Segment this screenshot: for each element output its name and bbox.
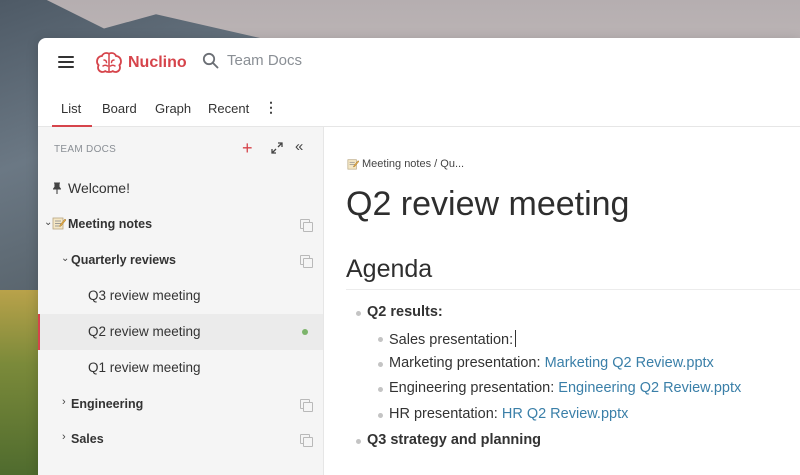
sidebar-item-label: Welcome! [68, 180, 130, 196]
list-item[interactable]: Q2 results: [356, 304, 443, 320]
tab-list[interactable]: List [61, 101, 81, 116]
list-item-text: HR presentation: [389, 406, 498, 422]
search-icon [202, 52, 219, 69]
hamburger-menu-icon[interactable] [58, 56, 74, 70]
breadcrumb-text: Meeting notes / Qu... [362, 158, 465, 170]
sidebar-item-meeting-notes[interactable]: ⌄ Meeting notes [38, 206, 323, 242]
sidebar-item-engineering[interactable]: › Engineering [38, 386, 323, 422]
sidebar-workspace-title: TEAM DOCS [54, 144, 117, 155]
tab-board[interactable]: Board [102, 101, 137, 116]
view-tabs: List Board Graph Recent ⋮ [38, 90, 800, 127]
copy-icon[interactable] [300, 255, 313, 268]
search-placeholder: Team Docs [227, 52, 303, 69]
app-logo[interactable]: Nuclino [95, 51, 187, 75]
section-heading[interactable]: Agenda [346, 255, 432, 284]
page-title[interactable]: Q2 review meeting [346, 185, 629, 224]
list-item-text: Q2 results: [367, 304, 443, 320]
pin-icon [53, 182, 61, 194]
list-item[interactable]: Sales presentation: [377, 330, 517, 348]
sidebar-item-quarterly-reviews[interactable]: ⌄ Quarterly reviews [38, 242, 323, 278]
app-window: Nuclino Team Docs List Board Graph Recen… [38, 38, 800, 475]
file-link[interactable]: Marketing Q2 Review.pptx [545, 355, 714, 371]
active-status-dot [302, 329, 308, 335]
sidebar-item-q1-review-meeting[interactable]: Q1 review meeting [38, 350, 323, 386]
add-item-plus-icon[interactable]: + [242, 139, 253, 157]
list-item-text: Sales presentation: [389, 332, 514, 348]
list-item[interactable]: Marketing presentation: Marketing Q2 Rev… [378, 355, 714, 371]
memo-icon [347, 159, 359, 170]
sidebar-item-label: Quarterly reviews [71, 253, 176, 267]
sidebar-item-label: Sales [71, 432, 104, 446]
heading-divider [346, 289, 800, 290]
chevron-right-icon[interactable]: › [62, 396, 66, 408]
file-link[interactable]: Engineering Q2 Review.pptx [558, 380, 741, 396]
expand-icon[interactable] [271, 142, 283, 154]
copy-icon[interactable] [300, 434, 313, 447]
collapse-sidebar-icon[interactable]: « [295, 138, 304, 155]
breadcrumb[interactable]: Meeting notes / Qu... [347, 158, 464, 170]
document-area: Meeting notes / Qu... Q2 review meeting … [325, 127, 800, 475]
list-item[interactable]: Q3 strategy and planning [355, 432, 542, 448]
sidebar-item-label: Q1 review meeting [88, 360, 201, 375]
list-item-text: Engineering presentation: [389, 380, 555, 396]
sidebar-item-sales[interactable]: › Sales [38, 421, 323, 457]
chevron-down-icon[interactable]: ⌄ [61, 253, 69, 264]
sidebar-item-q2-review-meeting[interactable]: Q2 review meeting [38, 314, 323, 350]
copy-icon[interactable] [300, 399, 313, 412]
tab-graph[interactable]: Graph [155, 101, 191, 116]
sidebar-item-label: Q3 review meeting [88, 288, 201, 303]
top-header: Nuclino Team Docs [38, 38, 800, 90]
sidebar-item-label: Q2 review meeting [88, 324, 201, 339]
list-item[interactable]: Engineering presentation: Engineering Q2… [377, 380, 741, 396]
file-link[interactable]: HR Q2 Review.pptx [502, 406, 629, 422]
list-item-text: Marketing presentation: [389, 355, 541, 371]
sidebar-item-q3-review-meeting[interactable]: Q3 review meeting [38, 278, 323, 314]
list-item-text: Q3 strategy and planning [367, 432, 542, 448]
brain-icon [96, 52, 122, 73]
sidebar-item-welcome[interactable]: Welcome! [38, 170, 323, 206]
chevron-right-icon[interactable]: › [62, 431, 66, 443]
copy-icon[interactable] [300, 219, 313, 232]
app-name: Nuclino [128, 54, 187, 71]
search-bar[interactable]: Team Docs [202, 52, 302, 69]
tab-recent[interactable]: Recent [208, 101, 249, 116]
sidebar: TEAM DOCS + « Welcome! ⌄ Meeting notes ⌄… [38, 127, 324, 475]
sidebar-item-label: Engineering [71, 397, 144, 411]
sidebar-item-label: Meeting notes [68, 217, 153, 231]
more-options-icon[interactable]: ⋮ [264, 99, 278, 116]
list-item[interactable]: HR presentation: HR Q2 Review.pptx [377, 406, 629, 422]
text-cursor [515, 330, 517, 347]
memo-icon [52, 217, 66, 230]
